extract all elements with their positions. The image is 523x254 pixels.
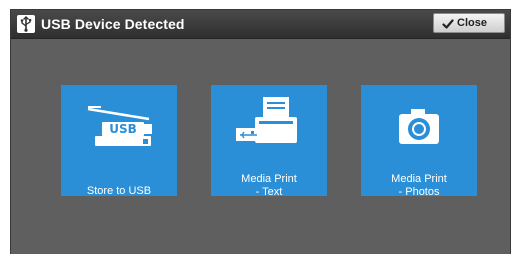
dialog-titlebar: USB Device Detected Close (11, 10, 510, 39)
media-print-text-button[interactable]: Media Print - Text (211, 85, 327, 198)
usb-scanner-icon: USB (61, 85, 177, 155)
usb-icon (17, 15, 35, 33)
close-button-label: Close (457, 17, 487, 29)
close-button[interactable]: Close (433, 13, 505, 33)
store-to-usb-label: Store to USB (86, 185, 152, 197)
media-print-photos-button[interactable]: Media Print - Photos (361, 85, 477, 198)
store-to-usb-button[interactable]: USB Store to USB (61, 85, 177, 197)
dialog-title: USB Device Detected (41, 16, 185, 32)
media-print-photos-label-2: - Photos (398, 186, 440, 198)
usb-device-dialog: USB Device Detected Close USB Store to U… (10, 9, 511, 254)
media-print-text-label-2: - Text (255, 186, 283, 198)
checkmark-icon (442, 17, 454, 35)
printer-usb-icon (211, 85, 327, 155)
camera-icon (361, 85, 477, 155)
media-print-text-label-1: Media Print (241, 173, 297, 185)
media-print-photos-label-1: Media Print (391, 173, 447, 185)
svg-text:USB: USB (109, 122, 137, 136)
